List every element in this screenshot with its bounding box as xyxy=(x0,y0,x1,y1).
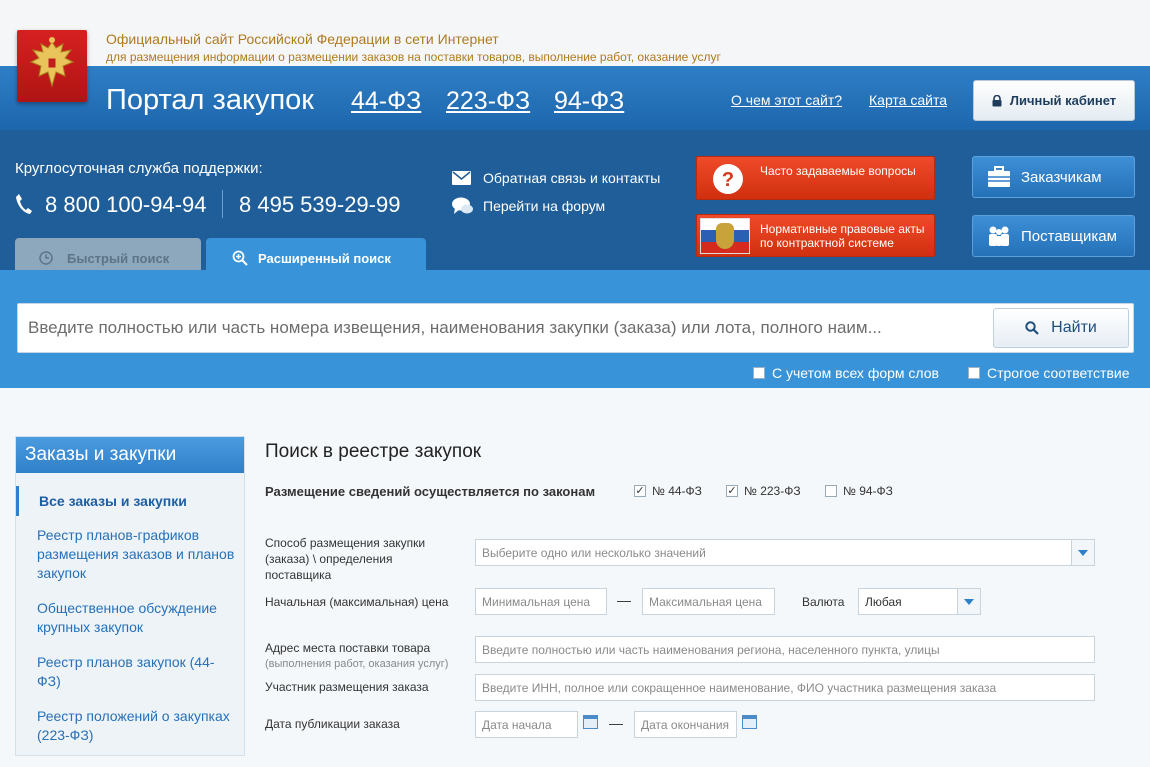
calendar-icon[interactable] xyxy=(742,715,757,729)
clock-icon xyxy=(39,251,53,265)
question-icon: ? xyxy=(713,164,743,194)
forum-link[interactable]: Перейти на форум xyxy=(483,198,605,214)
site-tagline: Официальный сайт Российской Федерации в … xyxy=(106,31,499,47)
about-link[interactable]: О чем этот сайт? xyxy=(731,92,842,108)
search-icon xyxy=(1025,321,1039,335)
price-dash: — xyxy=(617,592,631,608)
tab-extended-search-label: Расширенный поиск xyxy=(258,250,391,266)
address-sublabel: (выполнения работ, оказания услуг) xyxy=(265,658,449,670)
date-start-input[interactable]: Дата начала xyxy=(475,711,578,738)
flag-emblem-icon xyxy=(700,218,750,254)
sidebar-active-marker xyxy=(16,486,19,516)
law-223-label: № 223-ФЗ xyxy=(744,484,801,498)
customers-button[interactable]: Заказчикам xyxy=(972,156,1135,198)
phone-icon xyxy=(16,194,32,214)
chevron-down-icon[interactable] xyxy=(1071,540,1094,565)
law-option-223[interactable]: ✓ № 223-ФЗ xyxy=(726,484,801,498)
site-subtagline: для размещения информации о размещении з… xyxy=(106,50,721,64)
strict-label: Строгое соответствие xyxy=(987,365,1130,381)
participant-label: Участник размещения заказа xyxy=(265,680,429,694)
lock-icon xyxy=(992,94,1002,106)
legal-acts-button[interactable]: Нормативные правовые акты по контрактной… xyxy=(696,214,935,257)
tab-quick-search-label: Быстрый поиск xyxy=(67,250,170,266)
currency-label: Валюта xyxy=(802,595,845,609)
currency-value: Любая xyxy=(865,595,902,609)
laws-label: Размещение сведений осуществляется по за… xyxy=(265,484,596,499)
sidebar-item-all-orders[interactable]: Все заказы и закупки xyxy=(39,492,239,511)
currency-select[interactable]: Любая xyxy=(858,588,981,615)
svg-text:?: ? xyxy=(722,169,734,191)
phone-number-1[interactable]: 8 800 100-94-94 xyxy=(45,192,206,218)
tab-extended-search[interactable]: Расширенный поиск xyxy=(206,238,426,278)
support-label: Круглосуточная служба поддержки: xyxy=(15,160,263,177)
phone-number-2[interactable]: 8 495 539-29-99 xyxy=(239,192,400,218)
price-label: Начальная (максимальная) цена xyxy=(265,595,449,609)
legal-acts-label: Нормативные правовые акты по контрактной… xyxy=(760,222,925,250)
customers-label: Заказчикам xyxy=(1021,168,1102,186)
form-title: Поиск в реестре закупок xyxy=(265,441,482,462)
chevron-down-icon[interactable] xyxy=(957,589,980,614)
search-button-label: Найти xyxy=(1051,319,1097,336)
personal-cabinet-label: Личный кабинет xyxy=(1009,93,1117,108)
phone-divider xyxy=(222,190,223,218)
date-dash: — xyxy=(609,715,623,731)
zoom-in-icon xyxy=(232,250,248,266)
price-min-input[interactable]: Минимальная цена xyxy=(475,588,607,615)
price-max-input[interactable]: Максимальная цена xyxy=(642,588,775,615)
word-forms-checkbox[interactable] xyxy=(753,367,765,379)
participant-input[interactable]: Введите ИНН, полное или сокращенное наим… xyxy=(475,674,1095,701)
coat-of-arms-logo[interactable] xyxy=(17,30,87,102)
suppliers-button[interactable]: Поставщикам xyxy=(972,215,1135,257)
address-input[interactable]: Введите полностью или часть наименования… xyxy=(475,636,1095,663)
law-link-223[interactable]: 223-ФЗ xyxy=(446,87,530,116)
law-44-checkbox[interactable]: ✓ xyxy=(634,485,646,497)
sidebar-item-plan-schedules[interactable]: Реестр планов-графиков размещения заказо… xyxy=(37,526,237,583)
law-link-44[interactable]: 44-ФЗ xyxy=(351,87,421,116)
date-label: Дата публикации заказа xyxy=(265,717,400,731)
method-label: Способ размещения закупки (заказа) \ опр… xyxy=(265,536,426,582)
personal-cabinet-button[interactable]: Личный кабинет xyxy=(973,80,1135,121)
option-strict[interactable]: Строгое соответствие xyxy=(968,365,1130,381)
strict-checkbox[interactable] xyxy=(968,367,980,379)
calendar-icon[interactable] xyxy=(583,715,598,729)
search-button[interactable]: Найти xyxy=(993,308,1129,348)
sidebar-item-public-discussion[interactable]: Общественное обсуждение крупных закупок xyxy=(37,599,237,637)
envelope-icon xyxy=(452,171,471,185)
sidebar-title: Заказы и закупки xyxy=(16,437,244,473)
search-bar: Найти xyxy=(17,303,1134,353)
address-label: Адрес места поставки товара (выполнения … xyxy=(265,640,448,672)
law-link-94[interactable]: 94-ФЗ xyxy=(554,87,624,116)
address-label-text: Адрес места поставки товара xyxy=(265,641,431,655)
people-icon xyxy=(989,226,1009,246)
law-94-label: № 94-ФЗ xyxy=(843,484,893,498)
option-word-forms[interactable]: С учетом всех форм слов xyxy=(753,365,939,381)
sidebar-item-purchase-plans[interactable]: Реестр планов закупок (44-ФЗ) xyxy=(37,653,237,691)
briefcase-icon xyxy=(988,166,1010,187)
law-44-label: № 44-ФЗ xyxy=(652,484,702,498)
faq-button[interactable]: ? Часто задаваемые вопросы xyxy=(696,156,935,200)
law-option-44[interactable]: ✓ № 44-ФЗ xyxy=(634,484,702,498)
law-223-checkbox[interactable]: ✓ xyxy=(726,485,738,497)
word-forms-label: С учетом всех форм слов xyxy=(772,365,939,381)
method-select[interactable]: Выберите одно или несколько значений xyxy=(475,539,1095,566)
feedback-link[interactable]: Обратная связь и контакты xyxy=(483,170,660,186)
sidebar-item-regulations[interactable]: Реестр положений о закупках (223-ФЗ) xyxy=(37,707,237,745)
portal-title[interactable]: Портал закупок xyxy=(106,84,314,117)
chat-icon xyxy=(452,197,473,214)
law-option-94[interactable]: № 94-ФЗ xyxy=(825,484,893,498)
eagle-icon xyxy=(29,37,75,88)
search-input[interactable] xyxy=(18,304,988,352)
date-end-input[interactable]: Дата окончания xyxy=(634,711,737,738)
faq-label: Часто задаваемые вопросы xyxy=(760,164,916,178)
sitemap-link[interactable]: Карта сайта xyxy=(869,92,947,108)
law-94-checkbox[interactable] xyxy=(825,485,837,497)
method-select-placeholder: Выберите одно или несколько значений xyxy=(482,546,706,560)
sidebar: Заказы и закупки Все заказы и закупки Ре… xyxy=(15,436,245,756)
suppliers-label: Поставщикам xyxy=(1021,227,1117,245)
